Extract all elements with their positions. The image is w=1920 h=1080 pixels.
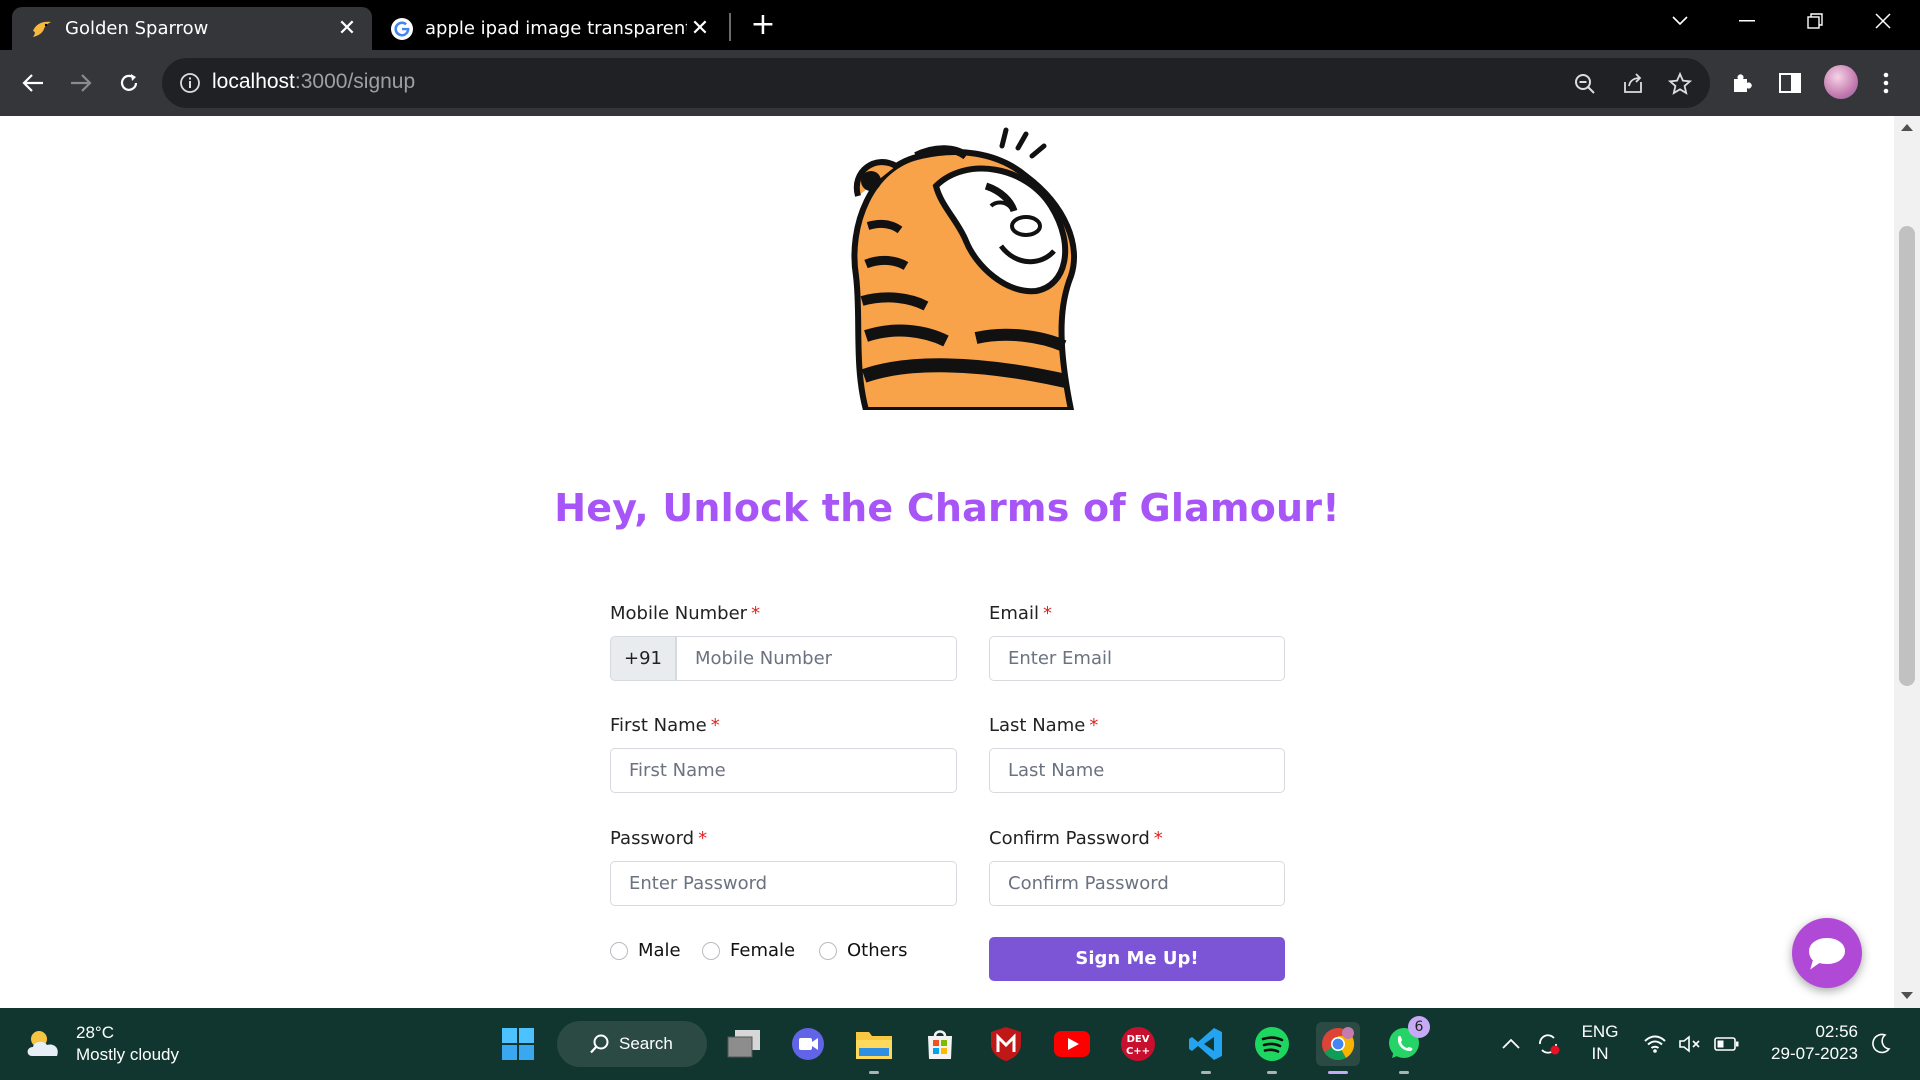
site-info-icon[interactable] [178, 71, 202, 99]
zoom-out-icon[interactable] [1572, 71, 1598, 97]
active-indicator [1328, 1071, 1348, 1074]
running-indicator [1201, 1071, 1211, 1074]
golden-sparrow-favicon-icon [29, 16, 55, 42]
scrollbar-thumb[interactable] [1899, 226, 1915, 686]
meet-chat-icon[interactable] [786, 1022, 830, 1066]
last-name-input[interactable]: Last Name [989, 748, 1285, 793]
password-input[interactable]: Enter Password [610, 861, 957, 906]
clock-date: 29-07-2023 [1771, 1044, 1858, 1063]
gender-radio-male[interactable]: Male [610, 940, 681, 961]
show-hidden-icons-chevron-icon[interactable] [1498, 1032, 1524, 1056]
first-name-label: First Name * [610, 715, 720, 736]
page-content: Hey, Unlock the Charms of Glamour! Mobil… [0, 116, 1920, 1008]
whatsapp-icon[interactable]: 6 [1382, 1016, 1430, 1074]
language-code: ENG [1581, 1022, 1619, 1041]
chrome-icon[interactable] [1316, 1022, 1360, 1074]
taskbar-search[interactable]: Search [557, 1021, 707, 1067]
confirm-password-label: Confirm Password * [989, 828, 1163, 849]
cloudy-weather-icon [27, 1031, 58, 1056]
sign-up-button[interactable]: Sign Me Up! [989, 937, 1285, 981]
password-label: Password * [610, 828, 708, 849]
search-label: Search [619, 1034, 673, 1053]
side-panel-icon[interactable] [1772, 65, 1808, 101]
last-name-label: Last Name * [989, 715, 1099, 736]
spotify-icon[interactable] [1250, 1022, 1294, 1074]
file-explorer-icon[interactable] [852, 1022, 896, 1074]
browser-toolbar: localhost:3000/signup [0, 50, 1920, 116]
close-tab-icon[interactable]: ✕ [687, 16, 713, 42]
new-tab-button[interactable]: + [748, 10, 778, 40]
bookmark-star-icon[interactable] [1667, 71, 1693, 97]
input-language-indicator[interactable]: ENG IN [1578, 1021, 1622, 1065]
sync-status-icon[interactable] [1536, 1032, 1562, 1056]
system-clock[interactable]: 02:56 29-07-2023 [1758, 1021, 1858, 1065]
mobile-number-input[interactable]: Mobile Number [676, 636, 957, 681]
country-code-prefix: +91 [610, 636, 676, 681]
scroll-up-arrow-icon[interactable] [1901, 124, 1913, 131]
close-tab-icon[interactable]: ✕ [334, 16, 360, 42]
first-name-input[interactable]: First Name [610, 748, 957, 793]
page-scrollbar[interactable] [1894, 116, 1920, 1008]
svg-text:DEV: DEV [1127, 1034, 1150, 1045]
tab-title: Golden Sparrow [65, 18, 209, 39]
tab-separator [729, 13, 731, 41]
radio-circle[interactable] [610, 941, 628, 960]
weather-description: Mostly cloudy [76, 1045, 179, 1064]
menu-kebab-icon[interactable] [1868, 65, 1904, 101]
running-indicator [869, 1071, 879, 1074]
scroll-down-arrow-icon[interactable] [1901, 992, 1913, 999]
chat-bubble-icon [1808, 937, 1846, 970]
restore-icon[interactable] [1798, 8, 1832, 34]
svg-text:C++: C++ [1126, 1046, 1150, 1057]
battery-icon[interactable] [1714, 1032, 1740, 1056]
gender-radio-others[interactable]: Others [819, 940, 908, 961]
dev-cpp-icon[interactable]: DEV C++ [1116, 1022, 1160, 1066]
youtube-icon[interactable] [1050, 1022, 1094, 1066]
tab-google-search[interactable]: apple ipad image transparent ba ✕ [372, 7, 725, 50]
windows-start-icon[interactable] [496, 1022, 540, 1066]
extensions-puzzle-icon[interactable] [1724, 65, 1760, 101]
microsoft-store-icon[interactable] [918, 1022, 962, 1066]
radio-circle[interactable] [819, 941, 837, 960]
browser-titlebar: Golden Sparrow ✕ apple ipad image transp… [0, 0, 1920, 50]
running-indicator [1267, 1071, 1277, 1074]
notification-badge: 6 [1408, 1016, 1430, 1038]
minimize-icon[interactable] [1730, 8, 1764, 34]
focus-moon-icon[interactable] [1868, 1032, 1894, 1056]
email-input[interactable]: Enter Email [989, 636, 1285, 681]
clock-time: 02:56 [1815, 1022, 1858, 1041]
chat-button[interactable] [1792, 918, 1862, 988]
volume-muted-icon[interactable] [1678, 1032, 1704, 1056]
tab-title: apple ipad image transparent ba [425, 18, 687, 39]
page-headline: Hey, Unlock the Charms of Glamour! [554, 486, 1340, 530]
reload-icon[interactable] [111, 65, 147, 101]
mcafee-icon[interactable] [984, 1022, 1028, 1066]
region-code: IN [1591, 1044, 1609, 1063]
tab-search-chevron-icon[interactable] [1663, 8, 1697, 34]
back-arrow-icon[interactable] [15, 65, 51, 101]
forward-arrow-icon[interactable] [63, 65, 99, 101]
address-bar[interactable]: localhost:3000/signup [162, 58, 1710, 108]
wifi-icon[interactable] [1642, 1032, 1668, 1056]
email-label: Email * [989, 603, 1052, 624]
radio-circle[interactable] [702, 941, 720, 960]
url-text[interactable]: localhost:3000/signup [212, 70, 415, 94]
tab-golden-sparrow[interactable]: Golden Sparrow ✕ [12, 7, 372, 50]
confirm-password-input[interactable]: Confirm Password [989, 861, 1285, 906]
mobile-number-label: Mobile Number * [610, 603, 761, 624]
weather-widget[interactable]: 28°C Mostly cloudy [24, 1022, 179, 1066]
gender-radio-female[interactable]: Female [702, 940, 795, 961]
vscode-icon[interactable] [1184, 1022, 1228, 1074]
profile-avatar[interactable] [1824, 65, 1858, 99]
running-indicator [1399, 1071, 1409, 1074]
close-window-icon[interactable] [1866, 8, 1900, 34]
search-icon [590, 1034, 609, 1054]
task-view-icon[interactable] [722, 1022, 766, 1066]
windows-taskbar: 28°C Mostly cloudy Search DEV C++ 6 ENG … [0, 1008, 1920, 1080]
weather-temperature: 28°C [76, 1023, 114, 1042]
share-icon[interactable] [1620, 71, 1646, 97]
tiger-mascot-image [851, 127, 1077, 410]
google-favicon-icon [389, 16, 415, 42]
